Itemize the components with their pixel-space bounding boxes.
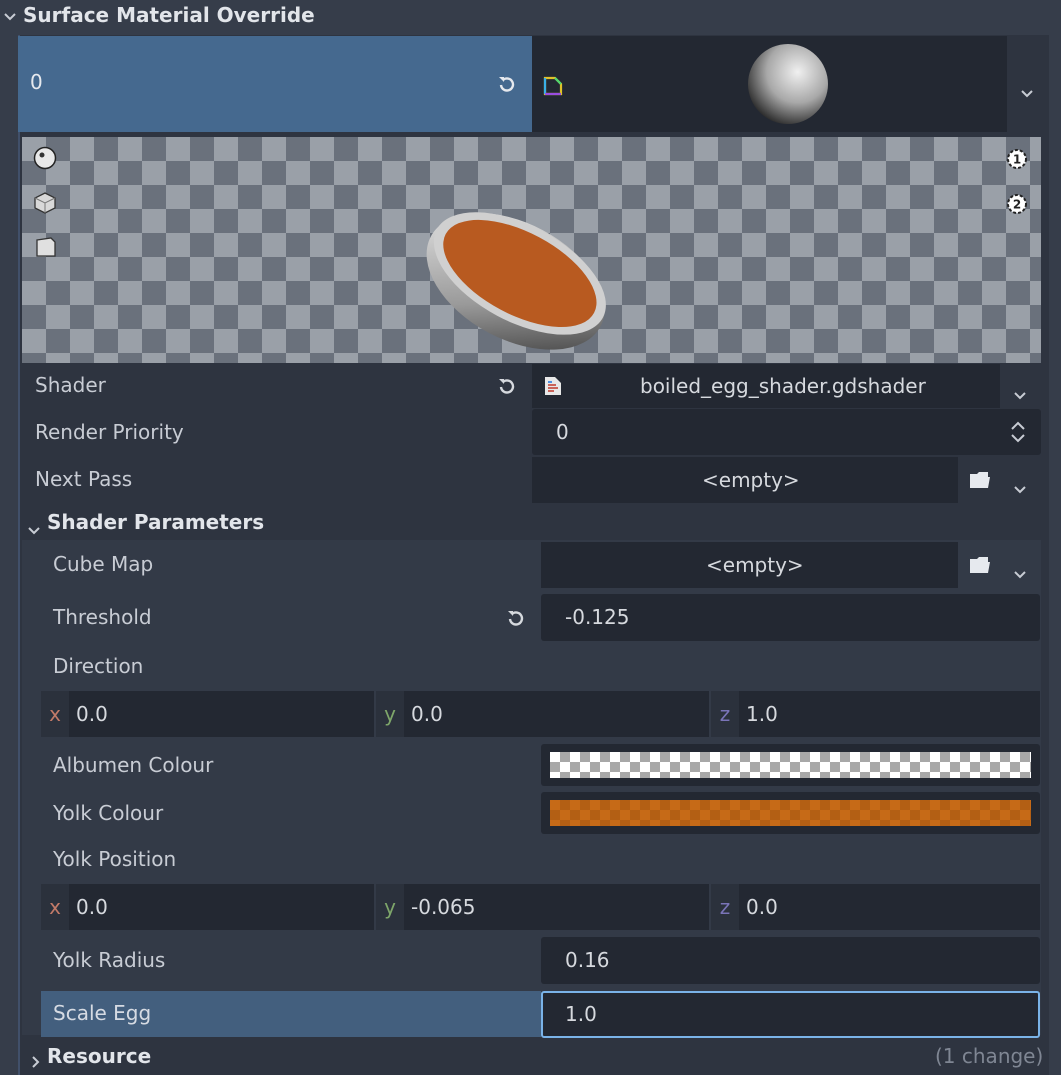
chevron-down-icon[interactable]: [1013, 561, 1027, 585]
axis-z-label: z: [711, 691, 739, 737]
next-pass-controls: [958, 457, 1041, 503]
direction-y-value: 0.0: [411, 702, 443, 726]
cube-preview-icon[interactable]: [33, 191, 57, 220]
render-priority-spinbox[interactable]: 0: [532, 409, 1041, 455]
egg-preview-render: [418, 207, 618, 362]
shader-dropdown-button[interactable]: [1000, 364, 1041, 408]
chevron-down-icon: [1020, 80, 1034, 104]
direction-y-field[interactable]: y 0.0: [376, 691, 709, 737]
resource-title: Resource: [47, 1044, 152, 1068]
axis-x-label: x: [41, 884, 69, 930]
folder-icon[interactable]: [968, 554, 992, 581]
render-priority-value: 0: [556, 420, 569, 444]
sphere-thumbnail: [746, 43, 830, 130]
quad-preview-icon[interactable]: [35, 236, 57, 263]
direction-label: Direction: [53, 654, 144, 678]
cube-map-controls: [958, 542, 1041, 588]
resource-changes-count: (1 change): [935, 1044, 1044, 1068]
scale-egg-label: Scale Egg: [53, 1001, 152, 1025]
threshold-field[interactable]: -0.125: [541, 594, 1040, 641]
material-dropdown-button[interactable]: [1007, 36, 1047, 132]
shader-filename: boiled_egg_shader.gdshader: [640, 374, 926, 398]
scale-egg-field[interactable]: 1.0: [541, 991, 1040, 1038]
cube-map-value: <empty>: [706, 553, 804, 577]
surface-slot-label[interactable]: 0: [18, 36, 532, 132]
spin-arrows-icon[interactable]: [1009, 420, 1027, 449]
surface-material-override-header[interactable]: Surface Material Override: [0, 0, 1061, 34]
yolk-radius-value: 0.16: [565, 948, 610, 972]
shader-parameters-title: Shader Parameters: [47, 510, 265, 534]
albumen-colour-label: Albumen Colour: [53, 753, 214, 777]
yolk-position-z-value: 0.0: [746, 895, 778, 919]
indent-guide: [0, 34, 18, 1075]
direction-x-field[interactable]: x 0.0: [41, 691, 374, 737]
next-pass-label: Next Pass: [35, 467, 133, 491]
yolk-position-x-field[interactable]: x 0.0: [41, 884, 374, 930]
chevron-down-icon[interactable]: [1013, 476, 1027, 500]
direction-z-value: 1.0: [746, 702, 778, 726]
axis-y-label: y: [376, 691, 404, 737]
threshold-value: -0.125: [565, 605, 630, 629]
section-title: Surface Material Override: [23, 3, 315, 27]
yolk-position-x-value: 0.0: [76, 895, 108, 919]
svg-text:2: 2: [1013, 198, 1021, 212]
direction-x-value: 0.0: [76, 702, 108, 726]
albumen-colour-swatch[interactable]: [550, 752, 1031, 778]
yolk-position-label: Yolk Position: [53, 847, 177, 871]
axis-y-label: y: [376, 884, 404, 930]
yolk-radius-label: Yolk Radius: [53, 948, 166, 972]
slot-index: 0: [30, 70, 43, 94]
direction-z-field[interactable]: z 1.0: [711, 691, 1040, 737]
next-pass-value: <empty>: [702, 468, 800, 492]
reset-icon[interactable]: [505, 608, 527, 635]
scale-egg-value: 1.0: [565, 1002, 597, 1026]
axis-z-label: z: [711, 884, 739, 930]
folder-icon[interactable]: [968, 469, 992, 496]
material-resource-picker[interactable]: [532, 36, 1007, 132]
yolk-radius-field[interactable]: 0.16: [541, 937, 1040, 984]
chevron-down-icon: [1013, 382, 1027, 406]
threshold-label: Threshold: [53, 605, 152, 629]
reset-icon[interactable]: [496, 376, 518, 403]
resource-header[interactable]: Resource (1 change): [22, 1039, 1044, 1075]
shader-label: Shader: [35, 373, 106, 397]
shader-file-icon: [542, 375, 564, 402]
shader-material-icon: [542, 75, 564, 102]
yolk-position-y-field[interactable]: y -0.065: [376, 884, 709, 930]
svg-text:1: 1: [1013, 153, 1021, 167]
yolk-colour-label: Yolk Colour: [53, 801, 164, 825]
chevron-down-icon: [4, 12, 16, 22]
render-priority-label: Render Priority: [35, 420, 184, 444]
material-preview: 1 2: [22, 137, 1041, 363]
yolk-position-z-field[interactable]: z 0.0: [711, 884, 1040, 930]
yolk-position-y-value: -0.065: [411, 895, 476, 919]
light-1-icon[interactable]: 1: [1005, 147, 1029, 176]
shader-parameters-header[interactable]: Shader Parameters: [22, 505, 1041, 540]
cube-map-resource-picker[interactable]: <empty>: [541, 542, 958, 588]
next-pass-resource-picker[interactable]: <empty>: [532, 457, 958, 503]
reset-icon[interactable]: [496, 74, 518, 101]
light-2-icon[interactable]: 2: [1005, 192, 1029, 221]
shader-resource-picker[interactable]: boiled_egg_shader.gdshader: [532, 364, 1000, 408]
axis-x-label: x: [41, 691, 69, 737]
yolk-colour-swatch[interactable]: [550, 800, 1031, 826]
chevron-right-icon: [31, 1050, 41, 1074]
scale-egg-row-highlight: Scale Egg: [41, 991, 541, 1037]
chevron-down-icon: [28, 517, 40, 541]
sphere-preview-icon[interactable]: [33, 146, 57, 175]
cube-map-label: Cube Map: [53, 552, 154, 576]
